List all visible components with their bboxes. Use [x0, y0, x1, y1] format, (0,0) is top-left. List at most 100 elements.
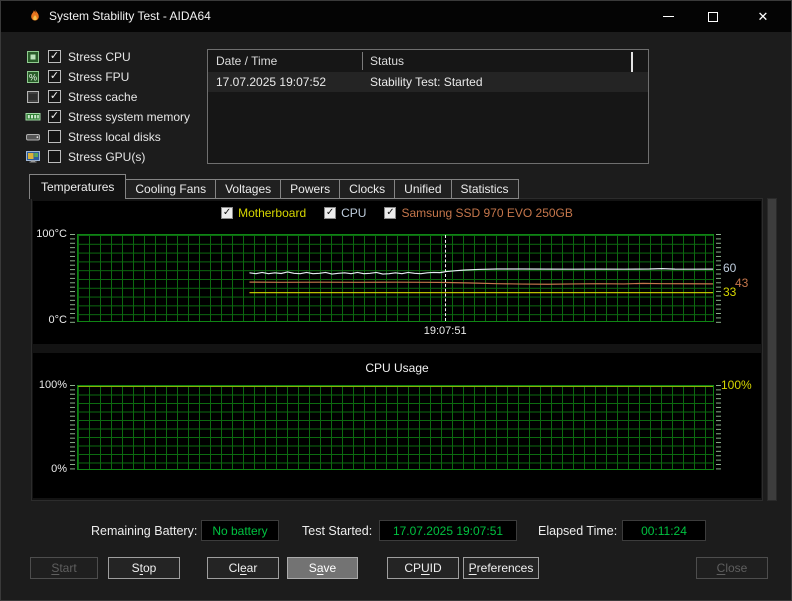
minimize-icon: [662, 16, 674, 17]
maximize-button[interactable]: [696, 1, 730, 32]
legend-motherboard-checkbox[interactable]: ✓: [221, 207, 234, 219]
start-button[interactable]: Start: [30, 557, 98, 579]
tab-unified[interactable]: Unified: [394, 179, 452, 199]
label-accel: P: [468, 561, 477, 575]
elapsed-time-text: 00:11:24: [641, 523, 687, 538]
stop-button[interactable]: St op: [108, 557, 180, 579]
temp-axis-max-label: 100°C: [36, 228, 67, 240]
gpu-icon: [25, 149, 41, 165]
stress-option-gpu: Stress GPU(s): [25, 148, 145, 165]
label-part: S: [131, 561, 140, 575]
legend-item-motherboard: ✓ Motherboard: [221, 206, 306, 220]
legend-item-cpu: ✓ CPU: [324, 206, 366, 220]
cpu-usage-chart: [77, 385, 714, 470]
minimize-button[interactable]: [651, 1, 685, 32]
legend-ssd-checkbox[interactable]: ✓: [384, 207, 397, 219]
stress-option-memory: ✓ Stress system memory: [25, 108, 190, 125]
temp-axis-ticks-right: [716, 234, 721, 323]
cpu-usage-series-plot: [78, 386, 713, 387]
stress-option-fpu: % ✓ Stress FPU: [25, 68, 129, 85]
checkmark: ✓: [325, 207, 335, 218]
preferences-button[interactable]: Preferences: [463, 557, 539, 579]
column-separator[interactable]: [362, 52, 363, 70]
log-cell-datetime: 17.07.2025 19:07:52: [216, 75, 327, 89]
tab-voltages[interactable]: Voltages: [215, 179, 282, 199]
usage-axis-min-label: 0%: [51, 463, 67, 475]
checkmark: ✓: [49, 90, 60, 102]
label-part: ar: [246, 561, 258, 575]
cpu-icon: [25, 49, 41, 65]
label-accel: a: [316, 561, 324, 575]
aida64-flame-icon: [27, 8, 43, 24]
stress-cpu-checkbox[interactable]: ✓: [48, 50, 61, 63]
checkmark: ✓: [222, 207, 232, 218]
time-marker-line: [445, 235, 447, 321]
tab-temperatures[interactable]: Temperatures: [29, 174, 127, 199]
log-column-datetime[interactable]: Date / Time: [216, 54, 277, 68]
fpu-icon: %: [25, 69, 41, 85]
stress-cache-label: Stress cache: [68, 89, 138, 104]
cpu-current-temp: 60: [723, 261, 737, 275]
label-part: ID: [429, 561, 442, 575]
remaining-battery-value: No battery: [201, 520, 279, 541]
battery-value-text: No battery: [212, 523, 268, 538]
checkmark: ✓: [49, 50, 60, 62]
panel-scrollbar[interactable]: [767, 198, 777, 501]
clear-button[interactable]: Cl e ar: [207, 557, 279, 579]
event-log-panel: Date / Time Status 17.07.2025 19:07:52 S…: [207, 49, 649, 164]
close-button[interactable]: Close: [696, 557, 768, 579]
tab-clocks[interactable]: Clocks: [339, 179, 396, 199]
close-icon: ✕: [757, 8, 769, 24]
maximize-icon: [708, 11, 718, 22]
label-part: tart: [59, 561, 77, 575]
test-started-label: Test Started:: [302, 524, 373, 538]
graph-legend: ✓ Motherboard ✓ CPU ✓ Samsung SSD 970 EV…: [33, 206, 761, 220]
stress-gpu-checkbox[interactable]: [48, 150, 61, 163]
cache-icon: [25, 89, 41, 105]
cpuid-button[interactable]: CP U ID: [387, 557, 459, 579]
log-cell-status: Stability Test: Started: [370, 75, 483, 89]
save-button[interactable]: Sa ve: [287, 557, 358, 579]
label-part: references: [476, 561, 534, 575]
tab-powers[interactable]: Powers: [280, 179, 341, 199]
aida64-stability-test-window: System Stability Test - AIDA64 ✕ ✓ Stres…: [0, 0, 792, 601]
stress-fpu-label: Stress FPU: [68, 69, 130, 84]
motherboard-current-temp: 33: [723, 285, 737, 299]
checkmark: ✓: [49, 70, 60, 82]
svg-text:%: %: [29, 72, 37, 82]
label-part: Cl: [228, 561, 240, 575]
stress-disks-checkbox[interactable]: [48, 130, 61, 143]
label-part: lose: [725, 561, 748, 575]
test-started-text: 17.07.2025 19:07:51: [392, 523, 504, 538]
legend-cpu-checkbox[interactable]: ✓: [324, 207, 337, 219]
temperatures-tab-page: ✓ Motherboard ✓ CPU ✓ Samsung SSD 970 EV…: [31, 198, 763, 501]
label-accel: U: [421, 561, 430, 575]
temp-axis-ticks-left: [70, 234, 75, 323]
stress-cpu-label: Stress CPU: [68, 49, 131, 64]
tab-cooling-fans[interactable]: Cooling Fans: [125, 179, 217, 199]
label-accel: e: [239, 561, 247, 575]
log-row[interactable]: 17.07.2025 19:07:52 Stability Test: Star…: [208, 72, 648, 92]
usage-axis-ticks-right: [716, 385, 721, 471]
stress-fpu-checkbox[interactable]: ✓: [48, 70, 61, 83]
label-accel: C: [716, 561, 726, 575]
temperature-series-plot: [249, 268, 713, 294]
log-column-status[interactable]: Status: [370, 54, 404, 68]
stress-gpu-label: Stress GPU(s): [68, 149, 146, 164]
tab-statistics[interactable]: Statistics: [450, 179, 519, 199]
remaining-battery-label: Remaining Battery:: [91, 524, 198, 538]
time-marker-label: 19:07:51: [423, 325, 467, 337]
legend-ssd-label: Samsung SSD 970 EVO 250GB: [401, 206, 573, 220]
legend-cpu-label: CPU: [341, 206, 367, 220]
stress-option-cache: ✓ Stress cache: [25, 88, 137, 105]
close-window-button[interactable]: ✕: [746, 1, 780, 32]
ssd-current-temp: 43: [735, 276, 749, 290]
stress-memory-checkbox[interactable]: ✓: [48, 110, 61, 123]
legend-motherboard-label: Motherboard: [238, 206, 307, 220]
cpu-usage-graph-section: CPU Usage 100% 0% 100%: [33, 353, 761, 498]
stress-disks-label: Stress local disks: [68, 129, 161, 144]
stress-cache-checkbox[interactable]: ✓: [48, 90, 61, 103]
label-part: op: [143, 561, 157, 575]
stress-memory-label: Stress system memory: [68, 109, 191, 124]
usage-axis-ticks-left: [70, 385, 75, 471]
